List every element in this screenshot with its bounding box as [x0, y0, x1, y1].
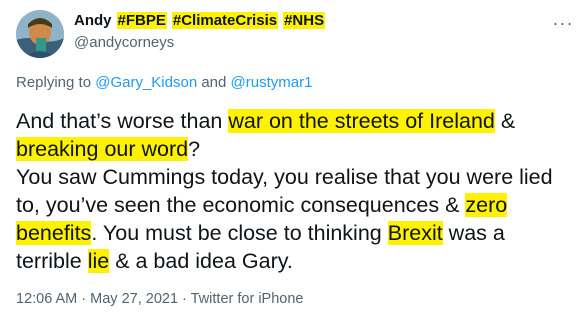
- user-handle[interactable]: @andycorneys: [74, 34, 174, 51]
- tweet-time-link[interactable]: 12:06 AM: [16, 291, 77, 307]
- hashtag-fbpe[interactable]: #FBPE: [116, 11, 167, 29]
- highlighted-text: lie: [87, 249, 110, 273]
- reply-and: and: [197, 74, 231, 91]
- tweet-text: And that’s worse than war on the streets…: [16, 107, 576, 275]
- author-name-line[interactable]: Andy #FBPE #ClimateCrisis #NHS: [74, 10, 326, 30]
- tweet-date-link[interactable]: May 27, 2021: [90, 291, 178, 307]
- tweet-text-segment: &: [494, 109, 516, 133]
- more-icon[interactable]: ···: [548, 12, 578, 34]
- highlighted-text: breaking our word: [16, 137, 189, 161]
- display-name[interactable]: Andy: [74, 12, 112, 29]
- meta-separator: ·: [77, 291, 91, 307]
- replying-prefix: Replying to: [16, 74, 96, 91]
- tweet-text-segment: And that’s worse than: [16, 109, 229, 133]
- highlighted-text: Brexit: [387, 221, 443, 245]
- reply-user-link[interactable]: @rustymar1: [231, 74, 313, 91]
- hashtag-nhs[interactable]: #NHS: [283, 11, 326, 29]
- highlighted-text: war on the streets of Ireland: [228, 109, 495, 133]
- meta-separator: ·: [178, 291, 191, 307]
- hashtag-climatecrisis[interactable]: #ClimateCrisis: [171, 11, 279, 29]
- tweet-text-segment: . You must be close to thinking: [91, 221, 388, 245]
- tweet-source-link[interactable]: Twitter for iPhone: [191, 291, 304, 307]
- tweet-text-segment: & a bad idea Gary.: [109, 249, 293, 273]
- reply-user-link[interactable]: @Gary_Kidson: [95, 74, 197, 91]
- tweet-text-segment: ?: [188, 137, 201, 161]
- tweet-meta: 12:06 AM · May 27, 2021 · Twitter for iP…: [16, 291, 303, 307]
- replying-to: Replying to @Gary_Kidson and @rustymar1: [16, 74, 312, 91]
- avatar[interactable]: [16, 10, 64, 58]
